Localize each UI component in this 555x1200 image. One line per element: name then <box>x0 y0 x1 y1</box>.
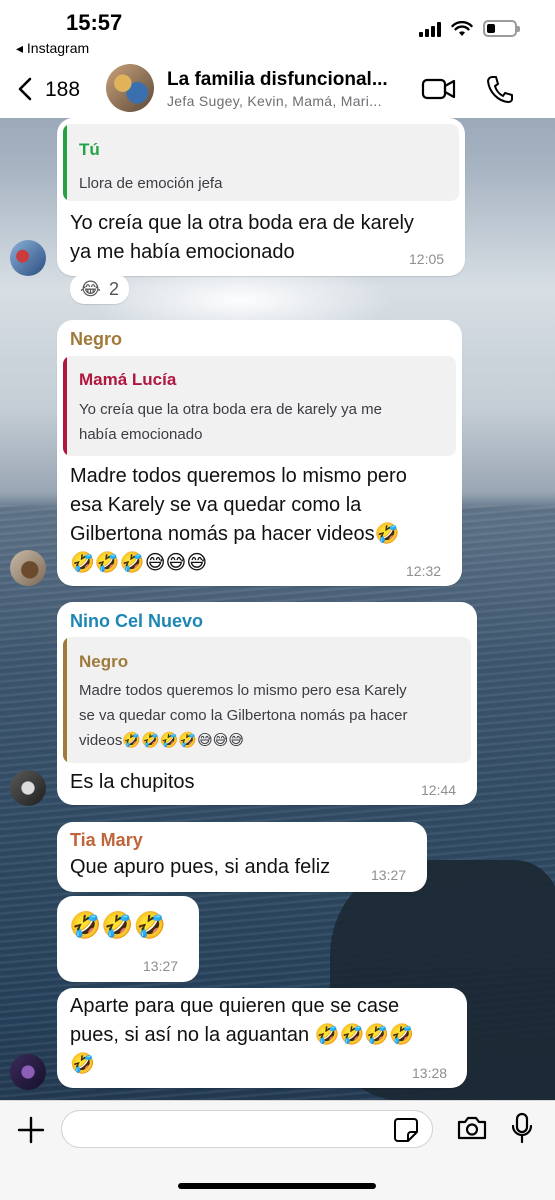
message-bubble[interactable]: Negro Mamá Lucía Yo creía que la otra bo… <box>57 320 462 586</box>
message-line: Yo creía que la otra boda era de karely <box>70 212 414 234</box>
quote-text: Yo creía que la otra boda era de karely … <box>79 397 382 447</box>
avatar[interactable] <box>10 770 46 806</box>
quoted-message[interactable]: Tú Llora de emoción jefa <box>63 124 459 201</box>
message-time: 12:05 <box>409 251 445 267</box>
phone-icon[interactable] <box>486 74 514 104</box>
message-bubble[interactable]: 🤣🤣🤣 13:27 <box>57 896 199 982</box>
message-line: Es la chupitos <box>70 771 195 793</box>
cellular-signal-icon <box>419 21 441 37</box>
sticker-icon[interactable] <box>393 1117 419 1143</box>
status-bar: 15:57 ◂ Instagram <box>0 0 555 60</box>
chevron-left-icon[interactable] <box>14 76 38 102</box>
reaction-count: 2 <box>109 278 120 299</box>
quote-bar <box>63 356 67 456</box>
message-time: 12:32 <box>406 563 442 579</box>
message-bubble[interactable]: Tia Mary Que apuro pues, si anda feliz 1… <box>57 822 427 892</box>
battery-icon <box>483 20 520 37</box>
message-bubble[interactable]: Tú Llora de emoción jefa Yo creía que la… <box>57 118 465 276</box>
quote-text: Llora de emoción jefa <box>79 175 223 192</box>
quote-bar <box>63 124 67 201</box>
back-to-app-link[interactable]: ◂ Instagram <box>16 40 89 57</box>
quote-line: Yo creía que la otra boda era de karely … <box>79 401 382 418</box>
message-text: Madre todos queremos lo mismo pero esa K… <box>70 462 407 578</box>
camera-icon[interactable] <box>456 1115 488 1141</box>
group-members[interactable]: Jefa Sugey, Kevin, Mamá, Mari... <box>167 93 407 109</box>
avatar[interactable] <box>10 240 46 276</box>
message-line: Madre todos queremos lo mismo pero <box>70 465 407 487</box>
sender-name[interactable]: Negro <box>70 329 122 350</box>
status-time: 15:57 <box>66 10 123 35</box>
unread-count[interactable]: 188 <box>45 78 80 102</box>
plus-icon[interactable] <box>16 1115 46 1145</box>
battery-level <box>487 24 495 33</box>
message-line: 🤣🤣🤣 <box>69 910 167 940</box>
quote-line: había emocionado <box>79 426 203 443</box>
message-text: Aparte para que quieren que se case pues… <box>70 992 414 1079</box>
quote-line: se va quedar como la Gilbertona nomás pa… <box>79 707 408 724</box>
message-input[interactable] <box>61 1110 433 1148</box>
quote-author: Negro <box>79 652 129 671</box>
message-text: 🤣🤣🤣 <box>69 911 166 940</box>
message-text: Yo creía que la otra boda era de karely … <box>70 209 414 267</box>
microphone-icon[interactable] <box>511 1112 533 1144</box>
home-indicator[interactable] <box>178 1183 376 1189</box>
message-line: pues, si así no la aguantan 🤣🤣🤣🤣 <box>70 1024 415 1046</box>
message-bubble[interactable]: Nino Cel Nuevo Negro Madre todos queremo… <box>57 602 477 805</box>
reaction-badge[interactable]: 😂 2 <box>70 274 130 304</box>
sender-name[interactable]: Tia Mary <box>70 830 143 851</box>
reaction-emoji: 😂 <box>80 278 102 299</box>
quote-author: Tú <box>79 140 100 159</box>
message-line: ya me había emocionado <box>70 241 295 263</box>
wifi-icon <box>451 20 473 36</box>
message-line: Aparte para que quieren que se case <box>70 995 400 1017</box>
quote-author: Mamá Lucía <box>79 370 177 389</box>
avatar[interactable] <box>10 550 46 586</box>
message-bubble[interactable]: Aparte para que quieren que se case pues… <box>57 988 467 1088</box>
message-text: Que apuro pues, si anda feliz <box>70 853 330 882</box>
group-avatar[interactable] <box>106 64 154 112</box>
message-time: 12:44 <box>421 782 457 798</box>
group-title[interactable]: La familia disfuncional... <box>167 69 407 91</box>
quote-line: Madre todos queremos lo mismo pero esa K… <box>79 682 407 699</box>
system-icons <box>419 20 520 37</box>
message-line: 🤣 <box>70 1053 95 1075</box>
quote-line: videos🤣🤣🤣🤣😅😅😅 <box>79 732 244 749</box>
message-line: Gilbertona nomás pa hacer videos🤣 <box>70 523 400 545</box>
quoted-message[interactable]: Negro Madre todos queremos lo mismo pero… <box>63 637 471 763</box>
message-time: 13:27 <box>371 867 407 883</box>
message-time: 13:27 <box>143 958 179 974</box>
quote-text: Madre todos queremos lo mismo pero esa K… <box>79 678 408 753</box>
video-camera-icon[interactable] <box>421 76 457 102</box>
chat-header: 188 La familia disfuncional... Jefa Suge… <box>0 60 555 118</box>
message-line: esa Karely se va quedar como la <box>70 494 362 516</box>
quoted-message[interactable]: Mamá Lucía Yo creía que la otra boda era… <box>63 356 456 456</box>
quote-bar <box>63 637 67 763</box>
message-line: Que apuro pues, si anda feliz <box>70 856 331 878</box>
message-text: Es la chupitos <box>70 768 195 797</box>
message-line: 🤣🤣🤣😅😅😅 <box>70 552 208 574</box>
message-time: 13:28 <box>412 1065 448 1081</box>
avatar[interactable] <box>10 1054 46 1090</box>
sender-name[interactable]: Nino Cel Nuevo <box>70 611 203 632</box>
